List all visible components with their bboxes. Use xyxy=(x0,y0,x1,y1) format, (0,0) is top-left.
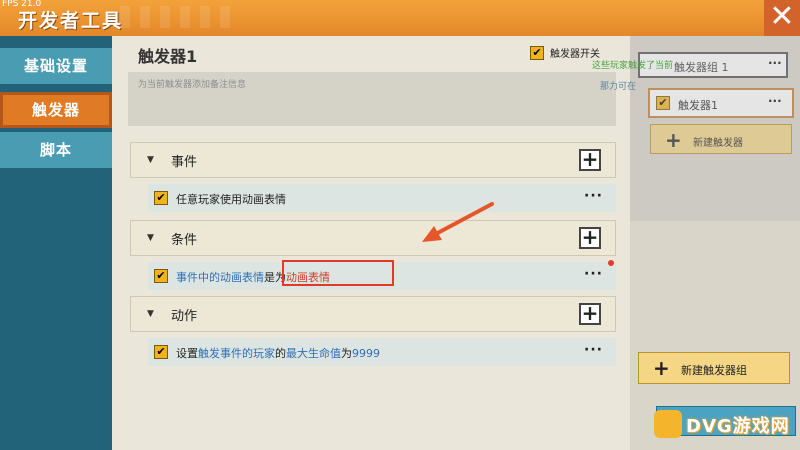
new-trigger-group-button[interactable]: + 新建触发器组 xyxy=(638,352,790,384)
tooltip-text: 那力可在 xyxy=(600,82,637,92)
close-icon: ✕ xyxy=(769,0,795,34)
watermark-logo: DVG游戏网 xyxy=(650,404,796,444)
new-trigger-group-label: 新建触发器组 xyxy=(681,364,747,377)
close-button[interactable]: ✕ xyxy=(764,0,800,36)
title-bar-pattern xyxy=(120,6,230,28)
annotation-arrow-icon xyxy=(422,202,494,242)
tooltip-text: 这些玩家触发了当前 xyxy=(592,61,674,71)
trigger-editor: 触发器1 ✔ 触发器开关 为当前触发器添加备注信息 ▼ 事件 + ✔ 任意玩家使… xyxy=(112,36,630,396)
sidebar-item-scripts[interactable]: 脚本 xyxy=(0,132,112,168)
plus-icon: + xyxy=(653,356,670,380)
sidebar-item-basic-settings[interactable]: 基础设置 xyxy=(0,48,112,84)
window-title: 开发者工具 xyxy=(18,10,124,32)
sidebar: 基础设置 触发器 脚本 xyxy=(0,36,112,450)
editor-footer xyxy=(112,396,630,450)
watermark-text: DVG游戏网 xyxy=(686,416,790,437)
gamepad-icon xyxy=(654,410,682,438)
sidebar-item-triggers[interactable]: 触发器 xyxy=(0,92,112,128)
title-bar: FPS 21.0 开发者工具 xyxy=(0,0,800,36)
